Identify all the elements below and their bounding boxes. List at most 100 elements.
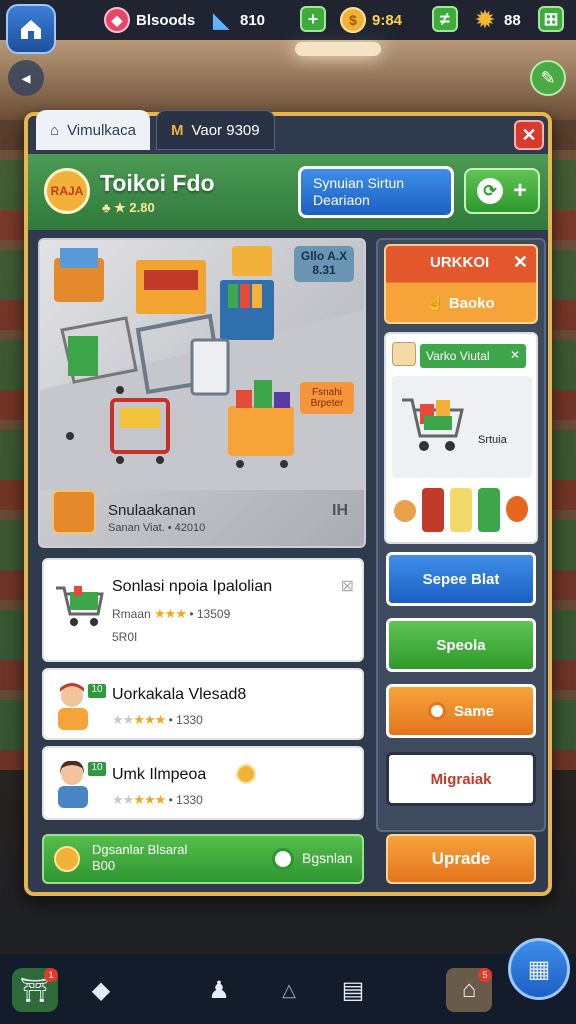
list-item[interactable]: 10 Uorkakala Vlesad8 ★★★★★ • 1330 (42, 668, 364, 740)
plus-icon: + (512, 177, 527, 204)
vendor-label: Srtuia (478, 434, 507, 446)
vendor-card[interactable]: Varko Viutal ✕ Srtuia (384, 332, 538, 544)
shop-icon: ⌂ (461, 976, 477, 1003)
card-meta-value: • 1330 (168, 793, 203, 807)
stars-counter: ✹ 88 (472, 6, 521, 34)
store-panel: ⌂ Vimulkaca M Vaor 9309 ✕ RAJA Toikoi Fd… (24, 110, 552, 896)
cereal-box-icon (450, 488, 472, 532)
store-header: RAJA Toikoi Fdo ♣ ★ 2.80 Synuian Sirtun … (28, 154, 548, 230)
deal-banner[interactable]: URKKOI ✕ ☝ Baoko (384, 244, 538, 324)
tab-vendor[interactable]: M Vaor 9309 (155, 110, 275, 150)
upgrade-button[interactable]: Uprade (386, 834, 536, 884)
gem-icon: ◆ (104, 7, 130, 33)
add-item-button[interactable]: ⟳ + (464, 168, 540, 214)
fruit-icon (506, 496, 528, 522)
add-coins-button[interactable]: ≠ (432, 6, 458, 32)
vendor-pill: Varko Viutal ✕ (420, 344, 526, 368)
store-rating-value: 2.80 (129, 200, 155, 215)
migrate-button[interactable]: Migraiak (386, 752, 536, 806)
tools-button[interactable]: ✎ (530, 60, 566, 96)
store-badge-text: RAJA (50, 184, 84, 198)
orange-action-label: Same (453, 702, 495, 720)
coins-counter: $ 9:84 (340, 6, 402, 34)
add-diamonds-button[interactable]: + (300, 6, 326, 32)
card-meta-label: Rmaan (112, 607, 151, 621)
list-item[interactable]: Sonlasi npoia Ipalolian Rmaan ★★★ • 1350… (42, 558, 364, 662)
store-ceiling (0, 40, 576, 120)
cycle-icon: ⟳ (476, 178, 503, 204)
close-button[interactable]: ✕ (514, 120, 544, 150)
nav-map[interactable]: ◆ (78, 968, 124, 1012)
card-title: Uorkakala Vlesad8 (112, 686, 247, 703)
coins-value: 9:84 (372, 11, 403, 29)
nav-build[interactable]: ⛩ 1 (12, 968, 58, 1012)
tab-vendor-label: Vaor 9309 (191, 121, 260, 139)
pencil-icon: ✎ (540, 67, 556, 88)
gems-value: Blsoods (136, 11, 196, 29)
coin-collect-bar[interactable]: Dgsanlar Blsaral B00 Bgsnlan (42, 834, 364, 884)
cart-icon (402, 398, 464, 451)
cart-preview (392, 376, 532, 478)
nav-inventory[interactable]: ▤ (330, 968, 376, 1012)
customer-avatar-icon (58, 760, 88, 808)
green-action-button[interactable]: Speola (386, 618, 536, 672)
migrate-label: Migraiak (430, 770, 492, 788)
showcase-indicator: IH (332, 502, 348, 519)
blue-action-label: Sepee Blat (422, 570, 500, 588)
card-title: Sonlasi npoia Ipalolian (112, 578, 273, 595)
diamond-icon: ◣ (213, 9, 229, 32)
store-rating: ♣ ★ 2.80 (102, 200, 155, 215)
nav-shop-badge: 5 (478, 968, 492, 982)
deal-title: URKKOI (430, 254, 490, 271)
jar-icon (422, 488, 444, 532)
coin-bar-line1: Dgsanlar Blsaral (92, 842, 188, 857)
nav-build-badge: 1 (44, 968, 58, 982)
home-icon (21, 20, 41, 39)
ceiling-lamp (295, 42, 381, 56)
map-icon: ◆ (91, 976, 111, 1004)
card-meta: ★★★★★ • 1330 (112, 792, 203, 808)
rating-stars: ★★★★★ (112, 712, 166, 727)
rating-stars: ★★★ (154, 606, 187, 621)
nav-store-main[interactable]: ▦ (508, 938, 570, 1000)
worker-avatar-icon (58, 683, 88, 730)
green-action-label: Speola (436, 636, 486, 654)
showcase-tag: Gllo A.X 8.31 (294, 246, 354, 282)
store-showcase[interactable]: Gllo A.X 8.31 Fsnahi Brpeter Snulaakanan… (38, 238, 366, 548)
nav-up[interactable]: △ (266, 968, 312, 1012)
nav-people[interactable]: ♟ (196, 968, 242, 1012)
cart-icon (56, 586, 104, 626)
card-meta-value: • 1330 (168, 713, 203, 727)
card-title: Umk Ilmpeoa (112, 766, 207, 783)
tab-store-label: Vimulkaca (67, 121, 136, 139)
box-icon (392, 342, 416, 366)
add-stars-button[interactable]: ⊞ (538, 6, 564, 32)
dismiss-icon[interactable]: ⊠ (341, 576, 354, 596)
level-badge: 10 (88, 684, 106, 698)
sync-button[interactable]: Synuian Sirtun Deariaon (298, 166, 454, 218)
star-icon: ✹ (475, 7, 495, 32)
showcase-title: Snulaakanan (108, 502, 196, 519)
card-meta: Rmaan ★★★ • 13509 (112, 606, 230, 622)
list-item[interactable]: 10 Umk Ilmpeoa ★★★★★ • 1330 (42, 746, 364, 820)
close-icon[interactable]: ✕ (510, 348, 520, 362)
coin-icon: $ (340, 7, 366, 33)
card-meta-extra: 5R0I (112, 630, 138, 644)
gems-counter: ◆ Blsoods (104, 6, 195, 34)
nav-shop[interactable]: ⌂ 5 (446, 968, 492, 1012)
arrow-left-icon: ◂ (21, 67, 31, 88)
sync-line2: Deariaon (313, 192, 370, 208)
card-meta-value: • 13509 (189, 607, 231, 621)
blue-action-button[interactable]: Sepee Blat (386, 552, 536, 606)
back-button[interactable]: ◂ (8, 60, 44, 96)
orange-action-button[interactable]: Same (386, 684, 536, 738)
showcase-subtitle: Sanan Viat. • 42010 (108, 522, 206, 534)
coin-bar-text: Dgsanlar Blsaral B00 (92, 842, 187, 874)
deal-sub-label: Baoko (448, 295, 495, 312)
showcase-promo-label: Fsnahi Brpeter (300, 382, 354, 414)
deal-sub: ☝ Baoko (426, 294, 495, 312)
home-button[interactable] (6, 4, 56, 54)
close-deal-icon[interactable]: ✕ (513, 252, 528, 273)
coin-bar-action: Bgsnlan (302, 850, 353, 866)
tab-store[interactable]: ⌂ Vimulkaca (36, 110, 150, 150)
